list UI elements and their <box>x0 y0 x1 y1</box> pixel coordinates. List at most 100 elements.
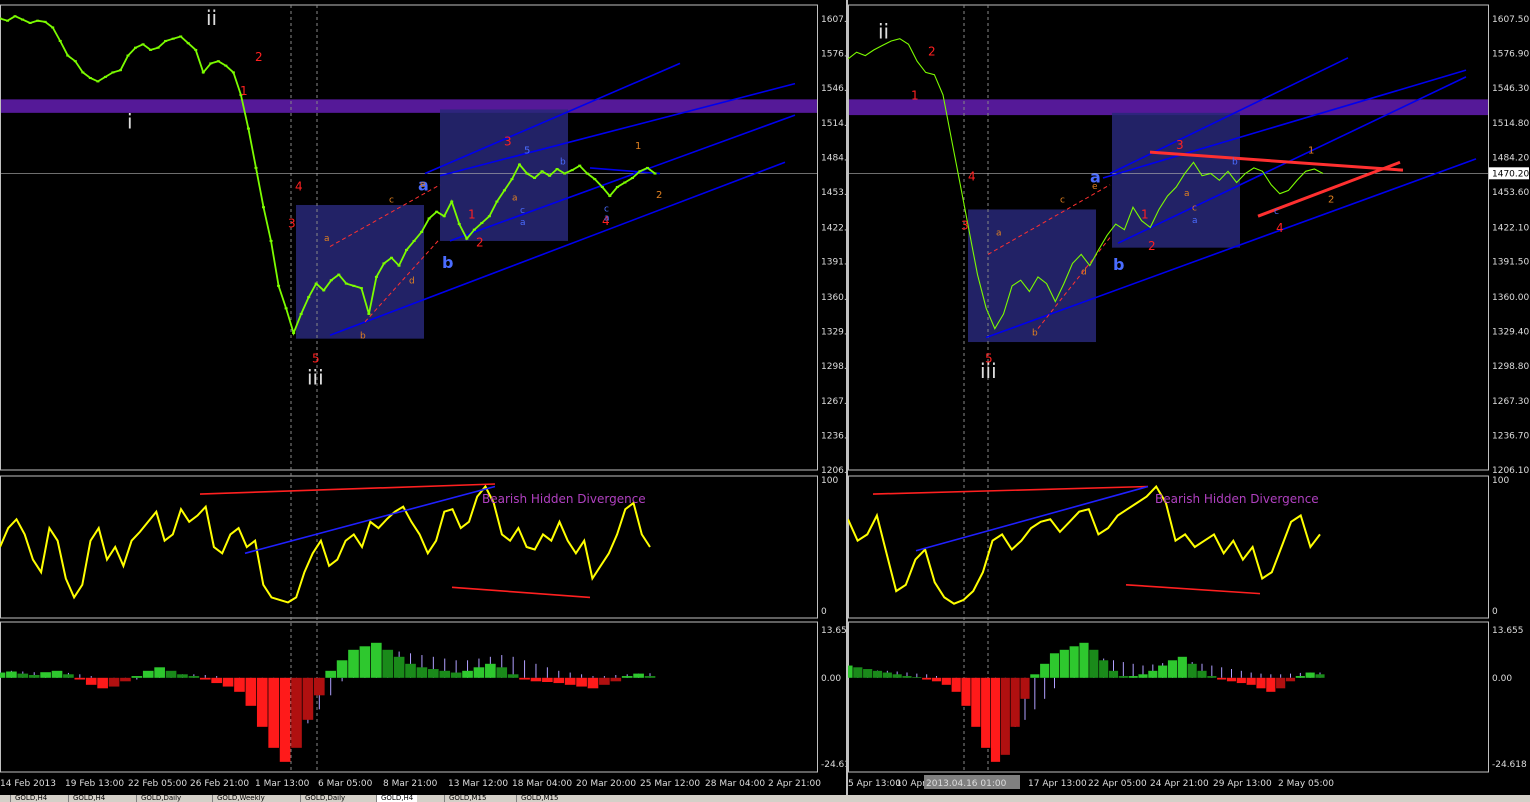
tab-chart-8[interactable]: GOLD,M15 <box>516 795 562 802</box>
oscillator-tick-label: 100 <box>821 476 838 486</box>
macd-histogram-bar <box>336 660 348 678</box>
macd-histogram-bar <box>981 677 991 748</box>
macd-histogram-bar <box>576 677 587 687</box>
macd-histogram-bar <box>131 676 143 678</box>
tab-chart-7[interactable]: GOLD,M15 <box>444 795 490 802</box>
tab-chart-6[interactable]: GOLD,H4 <box>376 795 418 802</box>
macd-histogram-bar <box>6 671 17 678</box>
time-axis-label: 24 Apr 21:00 <box>1150 779 1209 789</box>
macd-histogram-bar <box>348 649 359 678</box>
price-bar <box>216 60 220 63</box>
wave-label: 3 <box>504 134 512 148</box>
macd-histogram-bar <box>291 677 302 748</box>
macd-histogram-bar <box>1049 653 1060 678</box>
price-bar <box>585 172 589 175</box>
macd-histogram-bar <box>51 670 63 678</box>
tab-chart-5[interactable]: GOLD,Daily <box>300 795 349 802</box>
macd-histogram-bar <box>853 667 863 678</box>
price-bar <box>292 332 296 335</box>
macd-histogram-bar <box>564 677 576 685</box>
time-axis-label: 29 Apr 13:00 <box>1213 779 1272 789</box>
tab-chart-3[interactable]: GOLD,Daily <box>136 795 185 802</box>
time-axis-label: 19 Feb 13:00 <box>65 779 124 789</box>
macd-histogram-bar <box>941 677 951 685</box>
macd-histogram-bar <box>0 672 6 678</box>
price-bar <box>224 64 228 67</box>
chart-panel-right[interactable]: 1607.50 1576.90 1546.30 1514.80 1484.20 1470.… <box>848 0 1530 795</box>
wave-label: b <box>360 332 366 342</box>
price-bar <box>329 279 333 282</box>
macd-histogram-bar <box>268 677 280 748</box>
price-bar <box>269 239 273 242</box>
divergence-label: Bearish Hidden Divergence <box>482 492 646 506</box>
price-bar <box>653 172 657 175</box>
macd-tick-label: -24.618 <box>1492 760 1527 770</box>
time-axis-label: 8 Mar 21:00 <box>383 779 438 789</box>
price-bar <box>36 19 40 22</box>
price-bar <box>623 181 627 184</box>
macd-histogram-bar <box>1069 646 1079 678</box>
chart-tab-bar: GOLD,H4 GOLD,H4 GOLD,Daily GOLD,Weekly G… <box>0 795 1530 802</box>
wave-label: 2 <box>928 45 936 59</box>
macd-histogram-bar <box>542 677 553 683</box>
price-bar <box>615 186 619 189</box>
price-bar <box>525 172 529 175</box>
price-tick-label: 1236.70 <box>1492 432 1529 442</box>
macd-histogram-bar <box>63 674 74 678</box>
price-bar <box>548 174 552 177</box>
price-bar <box>164 39 168 42</box>
macd-histogram-bar <box>17 673 29 678</box>
macd-histogram-bar <box>621 676 633 678</box>
price-bar <box>277 284 281 287</box>
macd-histogram-bar <box>1167 660 1178 678</box>
macd-histogram-bar <box>553 677 565 684</box>
time-axis-label: 6 Mar 05:00 <box>318 779 373 789</box>
tab-chart-1[interactable]: GOLD,H4 <box>10 795 51 802</box>
macd-histogram-bar <box>1148 670 1158 678</box>
price-bar <box>405 248 409 251</box>
time-axis-label: 17 Apr 13:00 <box>1028 779 1087 789</box>
wave-label: b <box>1232 158 1238 168</box>
wave-label: 1 <box>468 207 476 221</box>
macd-histogram-bar <box>1177 656 1187 678</box>
macd-histogram-bar <box>1020 677 1030 699</box>
wave-label: 4 <box>968 169 976 183</box>
macd-histogram-bar <box>1285 677 1296 682</box>
divergence-line-3 <box>1125 584 1261 595</box>
macd-histogram-bar <box>530 677 542 682</box>
wave-label: c <box>520 206 525 216</box>
price-bar <box>307 296 311 299</box>
macd-histogram-bar <box>188 676 200 678</box>
macd-histogram-bar <box>1295 676 1305 678</box>
chart-panel-left[interactable]: 1607.51576.91546.31514.81484.21453.61422… <box>0 0 846 795</box>
macd-histogram-bar <box>990 677 1001 762</box>
macd-histogram-bar <box>1197 670 1207 678</box>
price-bar <box>21 18 25 21</box>
macd-histogram-bar <box>1187 663 1197 678</box>
time-axis-label: 20 Mar 20:00 <box>576 779 636 789</box>
price-bar <box>118 69 122 72</box>
macd-histogram-bar <box>961 677 971 706</box>
tab-chart-4[interactable]: GOLD,Weekly <box>212 795 269 802</box>
macd-histogram-bar <box>302 677 314 720</box>
macd-histogram-bar <box>496 667 508 678</box>
wave-label: d <box>409 277 415 287</box>
time-axis-label: 10 Apr <box>896 779 926 789</box>
wave-label: 2 <box>1148 239 1156 253</box>
macd-histogram-bar <box>882 672 892 678</box>
price-bar <box>352 284 356 287</box>
wave-label: ii <box>878 20 889 44</box>
macd-histogram-bar <box>1118 676 1128 678</box>
price-bar <box>337 273 341 276</box>
wave-label: 5 <box>985 351 993 365</box>
resistance-zone <box>1 99 817 113</box>
price-bar <box>450 200 454 203</box>
price-bar <box>502 189 506 192</box>
wave-label: b <box>442 253 453 272</box>
price-bar <box>111 71 115 74</box>
macd-histogram-bar <box>325 670 337 678</box>
wave-label: a <box>604 214 610 224</box>
macd-histogram-bar <box>1099 660 1109 678</box>
price-bar <box>389 256 393 259</box>
tab-chart-2[interactable]: GOLD,H4 <box>68 795 109 802</box>
